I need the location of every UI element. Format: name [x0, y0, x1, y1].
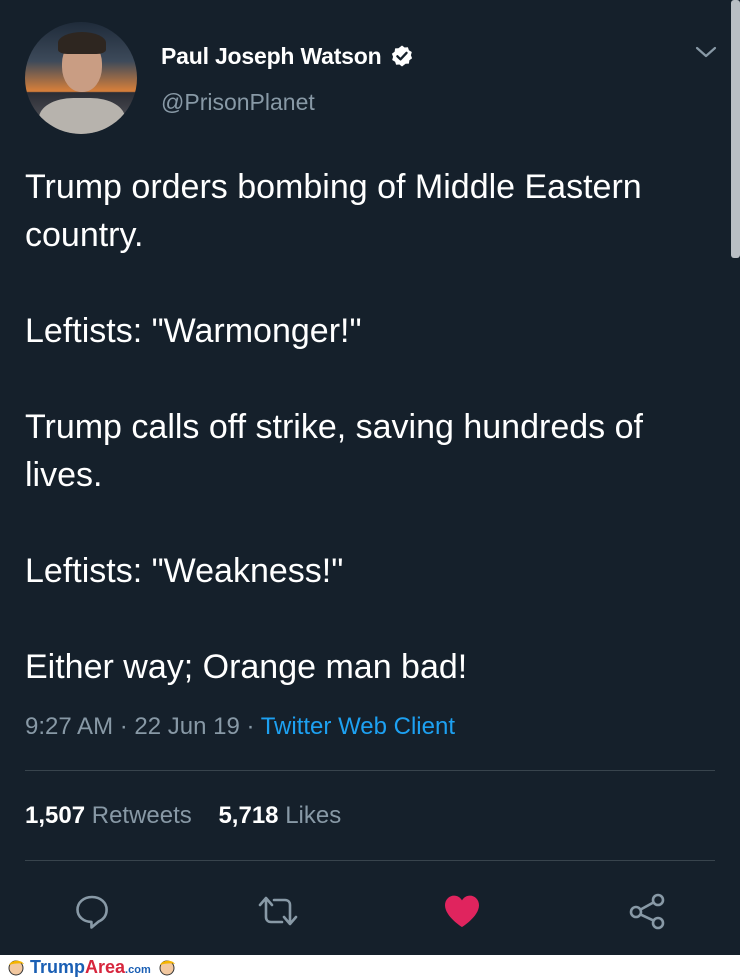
watermark-brand-accent: Area: [85, 956, 126, 977]
tweet-text: Trump orders bombing of Middle Eastern c…: [25, 163, 715, 691]
author-name[interactable]: Paul Joseph Watson: [161, 43, 382, 70]
watermark-bar: TrumpArea.com: [0, 955, 740, 979]
retweet-icon[interactable]: [256, 891, 300, 931]
watermark-brand-main: Trump: [30, 956, 86, 977]
avatar-hair: [58, 32, 106, 54]
avatar[interactable]: [25, 22, 137, 134]
divider: [25, 860, 715, 861]
tweet-stats: 1,507 Retweets 5,718 Likes: [25, 802, 341, 830]
retweets-count: 1,507: [25, 802, 86, 829]
verified-badge-icon: [392, 45, 413, 67]
tweet-line-gap: [25, 499, 715, 547]
author-name-row[interactable]: Paul Joseph Watson: [161, 41, 414, 71]
chevron-down-icon[interactable]: [694, 40, 718, 64]
tweet-line: Trump orders bombing of Middle Eastern c…: [25, 168, 642, 254]
tweet-line: Trump calls off strike, saving hundreds …: [25, 408, 643, 494]
watermark-brand-suffix: .com: [125, 963, 151, 976]
likes-stat[interactable]: 5,718 Likes: [218, 802, 341, 829]
tweet-line-gap: [25, 259, 715, 307]
heart-icon[interactable]: [442, 891, 482, 931]
author-handle[interactable]: @PrisonPlanet: [161, 89, 315, 116]
tweet-date[interactable]: 22 Jun 19: [134, 713, 239, 740]
share-icon[interactable]: [627, 891, 667, 931]
avatar-shirt: [39, 98, 125, 134]
retweets-label: Retweets: [91, 802, 192, 829]
reply-icon[interactable]: [72, 891, 112, 931]
watermark-logo: TrumpArea.com: [30, 957, 151, 978]
likes-label: Likes: [285, 802, 342, 829]
tweet-line: Leftists: "Weakness!": [25, 552, 344, 590]
tweet-client-link[interactable]: Twitter Web Client: [261, 713, 455, 740]
tweet-card: Paul Joseph Watson @PrisonPlanet Trump o…: [0, 0, 740, 955]
mascot-icon: [159, 960, 175, 976]
tweet-meta: 9:27 AM · 22 Jun 19 · Twitter Web Client: [25, 713, 455, 741]
likes-count: 5,718: [218, 802, 279, 829]
scrollbar[interactable]: [731, 0, 740, 258]
tweet-time[interactable]: 9:27 AM: [25, 713, 113, 740]
mascot-icon: [8, 960, 24, 976]
tweet-line: Leftists: "Warmonger!": [25, 312, 362, 350]
tweet-line-gap: [25, 355, 715, 403]
retweets-stat[interactable]: 1,507 Retweets: [25, 802, 192, 829]
meta-separator: ·: [113, 713, 135, 740]
tweet-line-gap: [25, 595, 715, 643]
meta-separator: ·: [239, 713, 261, 740]
tweet-line: Either way; Orange man bad!: [25, 648, 468, 686]
divider: [25, 770, 715, 771]
